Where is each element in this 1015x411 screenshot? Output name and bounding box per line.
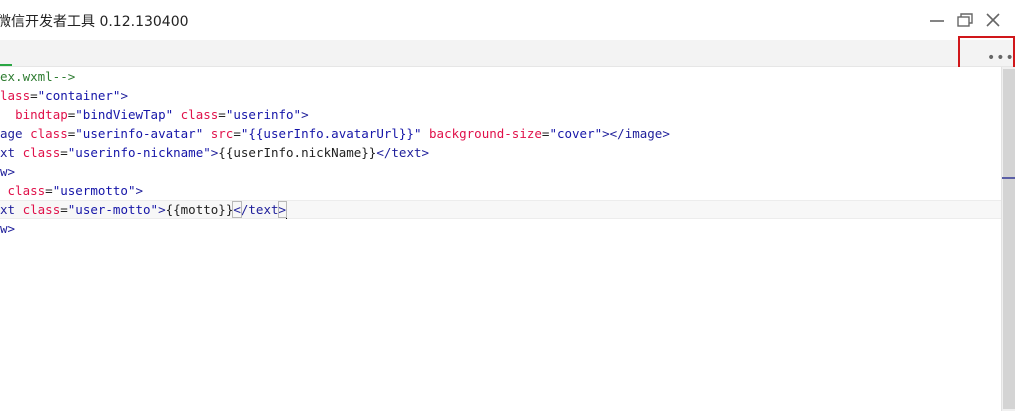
code-token: "bindViewTap"	[75, 107, 174, 122]
code-token: xt	[0, 145, 16, 160]
scrollbar-thumb[interactable]	[1003, 69, 1015, 409]
code-line: xt class="userinfo-nickname">{{userInfo.…	[0, 143, 429, 162]
code-token: class	[180, 107, 219, 122]
title-bar: 微信开发者工具 0.12.130400	[0, 0, 1015, 40]
close-icon[interactable]	[983, 10, 1003, 30]
code-token: lass	[0, 88, 31, 103]
code-token: =	[60, 202, 68, 217]
code-editor[interactable]: ex.wxml--> lass="container"> bindtap="bin…	[0, 67, 1001, 411]
code-token: background-size	[429, 126, 542, 141]
code-token: class	[22, 202, 61, 217]
code-token: >	[120, 88, 128, 103]
code-line: ex.wxml-->	[0, 67, 75, 86]
code-token: ex.wxml-->	[0, 69, 76, 84]
code-token: class	[30, 126, 68, 141]
code-line: w>	[0, 219, 15, 238]
code-token: xt	[0, 202, 16, 217]
maximize-icon[interactable]	[955, 10, 975, 30]
more-dots-icon: •••	[987, 50, 1015, 66]
code-line: age class="userinfo-avatar" src="{{userI…	[0, 124, 670, 143]
code-token: =	[45, 183, 53, 198]
code-line: xt class="user-motto">{{motto}}</text>	[0, 200, 1001, 219]
code-token: {{userInfo.nickName}}	[218, 145, 377, 160]
code-token: =	[218, 107, 226, 122]
vertical-scrollbar[interactable]	[1001, 67, 1015, 411]
code-token: <	[232, 201, 242, 218]
window-title: 微信开发者工具 0.12.130400	[0, 14, 189, 30]
code-token: class	[22, 145, 61, 160]
code-token: w>	[0, 221, 16, 236]
minimize-icon[interactable]	[927, 10, 947, 30]
code-token: {{motto}}	[165, 202, 234, 217]
code-token: >	[158, 202, 166, 217]
code-token: "userinfo"	[225, 107, 302, 122]
code-token: >	[277, 201, 287, 218]
code-token: >	[301, 107, 309, 122]
code-line: class="usermotto">	[0, 181, 144, 200]
code-token: =	[233, 126, 241, 141]
code-token: /text	[240, 202, 279, 217]
code-line: lass="container">	[0, 86, 128, 105]
code-line: bindtap="bindViewTap" class="userinfo">	[0, 105, 309, 124]
code-token: w>	[0, 164, 16, 179]
code-token: age	[0, 126, 23, 141]
code-token: ></image>	[602, 126, 670, 141]
editor-tab-bar: x	[0, 40, 1015, 67]
code-token: "userinfo-nickname"	[67, 145, 211, 160]
code-token: "cover"	[549, 126, 603, 141]
code-line: w>	[0, 162, 15, 181]
code-token: =	[60, 145, 68, 160]
code-token: "{{userInfo.avatarUrl}}"	[240, 126, 422, 141]
code-token: "usermotto"	[52, 183, 136, 198]
code-token: </text>	[376, 145, 430, 160]
code-token: src	[210, 126, 234, 141]
code-token: class	[7, 183, 46, 198]
code-token: bindtap	[15, 107, 68, 122]
text-cursor	[286, 202, 288, 219]
code-token: "userinfo-avatar"	[75, 126, 204, 141]
scrollbar-marker	[1002, 177, 1015, 179]
code-token: =	[30, 88, 38, 103]
tab-index-wxml[interactable]: x	[0, 40, 12, 66]
code-token: "container"	[37, 88, 121, 103]
code-token: "user-motto"	[67, 202, 159, 217]
code-token: >	[135, 183, 144, 198]
